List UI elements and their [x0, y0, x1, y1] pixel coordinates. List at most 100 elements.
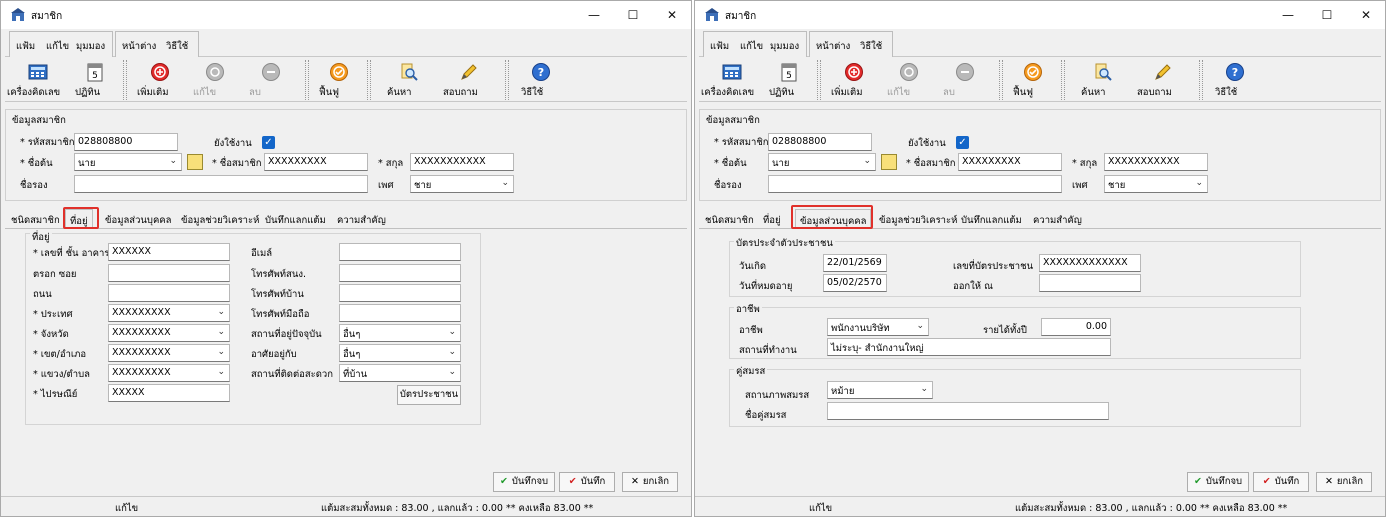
- chevron-down-icon: ⌄: [1195, 178, 1203, 188]
- lookup-icon[interactable]: [187, 154, 203, 170]
- gender-select[interactable]: ชาย ⌄: [1104, 175, 1208, 193]
- add-button[interactable]: เพิ่มเติม: [137, 60, 183, 100]
- gender-select[interactable]: ชาย ⌄: [410, 175, 514, 193]
- home-phone-input[interactable]: [339, 284, 461, 302]
- search-button[interactable]: ค้นหา: [1081, 60, 1125, 100]
- id-number-input[interactable]: XXXXXXXXXXXXX: [1039, 254, 1141, 272]
- save-close-button[interactable]: ✔ บันทึกจบ: [1187, 472, 1249, 492]
- menu-view[interactable]: มุมมอง: [770, 39, 799, 54]
- soi-input[interactable]: [108, 264, 230, 282]
- workplace-input[interactable]: ไม่ระบุ- สำนักงานใหญ่: [827, 338, 1111, 356]
- contact-place-select[interactable]: ที่บ้าน ⌄: [339, 364, 461, 382]
- last-name-input[interactable]: XXXXXXXXXXX: [410, 153, 514, 171]
- maximize-button[interactable]: ☐: [1312, 5, 1342, 25]
- postcode-input[interactable]: XXXXX: [108, 384, 230, 402]
- member-code-input[interactable]: 028808800: [768, 133, 872, 151]
- residence-select[interactable]: อื่นๆ ⌄: [339, 324, 461, 342]
- menu-bar: แฟ้ม แก้ไข มุมมอง หน้าต่าง วิธีใช้: [5, 29, 687, 57]
- job-label: อาชีพ: [739, 325, 763, 336]
- menu-window[interactable]: หน้าต่าง: [122, 39, 156, 54]
- province-select[interactable]: XXXXXXXXX ⌄: [108, 324, 230, 342]
- search-button[interactable]: ค้นหา: [387, 60, 431, 100]
- menu-file[interactable]: แฟ้ม: [710, 39, 729, 54]
- issued-by-input[interactable]: [1039, 274, 1141, 292]
- edit-button[interactable]: แก้ไข: [887, 60, 931, 100]
- member-info-panel: ข้อมูลสมาชิก * รหัสสมาชิก 028808800 ยังใ…: [5, 109, 687, 201]
- menu-edit[interactable]: แก้ไข: [740, 39, 763, 54]
- calculator-button[interactable]: เครื่องคิดเลข: [7, 60, 69, 100]
- tab-address[interactable]: ที่อยู่: [759, 209, 785, 229]
- save-button[interactable]: ✔ บันทึก: [1253, 472, 1309, 492]
- close-button[interactable]: ✕: [657, 5, 687, 25]
- expiry-input[interactable]: 05/02/2570: [823, 274, 887, 292]
- house-input[interactable]: XXXXXX: [108, 243, 230, 261]
- inquiry-button[interactable]: สอบถาม: [443, 60, 495, 100]
- prefix-select[interactable]: นาย ⌄: [74, 153, 182, 171]
- close-button[interactable]: ✕: [1351, 5, 1381, 25]
- middle-name-input[interactable]: [768, 175, 1062, 193]
- spouse-name-input[interactable]: [827, 402, 1109, 420]
- first-name-input[interactable]: XXXXXXXXX: [264, 153, 368, 171]
- restore-button[interactable]: ฟื้นฟู: [1013, 60, 1053, 100]
- income-input[interactable]: 0.00: [1041, 318, 1111, 336]
- delete-button[interactable]: ลบ: [943, 60, 987, 100]
- tab-priority[interactable]: ความสำคัญ: [333, 209, 390, 229]
- tab-points[interactable]: บันทึกแลกแต้ม: [957, 209, 1026, 229]
- tab-analysis[interactable]: ข้อมูลช่วยวิเคราะห์: [177, 209, 263, 229]
- email-input[interactable]: [339, 243, 461, 261]
- cancel-button[interactable]: ✕ ยกเลิก: [622, 472, 678, 492]
- add-button[interactable]: เพิ่มเติม: [831, 60, 877, 100]
- lookup-icon[interactable]: [881, 154, 897, 170]
- mobile-input[interactable]: [339, 304, 461, 322]
- menu-help[interactable]: วิธีใช้: [860, 39, 882, 54]
- office-phone-input[interactable]: [339, 264, 461, 282]
- check-icon: ✔: [499, 476, 508, 487]
- country-select[interactable]: XXXXXXXXX ⌄: [108, 304, 230, 322]
- menu-help[interactable]: วิธีใช้: [166, 39, 188, 54]
- inquiry-button[interactable]: สอบถาม: [1137, 60, 1189, 100]
- cancel-button[interactable]: ✕ ยกเลิก: [1316, 472, 1372, 492]
- id-number-label: เลขที่บัตรประชาชน: [953, 261, 1034, 272]
- save-button[interactable]: ✔ บันทึก: [559, 472, 615, 492]
- middle-name-input[interactable]: [74, 175, 368, 193]
- tab-points[interactable]: บันทึกแลกแต้ม: [261, 209, 330, 229]
- first-name-input[interactable]: XXXXXXXXX: [958, 153, 1062, 171]
- active-checkbox[interactable]: ✓: [262, 136, 275, 149]
- id-card-button[interactable]: บัตรประชาชน: [397, 385, 461, 405]
- restore-button[interactable]: ฟื้นฟู: [319, 60, 359, 100]
- last-name-input[interactable]: XXXXXXXXXXX: [1104, 153, 1208, 171]
- edit-button[interactable]: แก้ไข: [193, 60, 237, 100]
- tab-priority[interactable]: ความสำคัญ: [1029, 209, 1086, 229]
- menu-view[interactable]: มุมมอง: [76, 39, 105, 54]
- active-checkbox[interactable]: ✓: [956, 136, 969, 149]
- maximize-button[interactable]: ☐: [618, 5, 648, 25]
- job-select[interactable]: พนักงานบริษัท ⌄: [827, 318, 929, 336]
- email-label: อีเมล์: [251, 248, 273, 259]
- prefix-select[interactable]: นาย ⌄: [768, 153, 876, 171]
- save-close-button[interactable]: ✔ บันทึกจบ: [493, 472, 555, 492]
- minimize-button[interactable]: —: [579, 5, 609, 25]
- tab-member-type[interactable]: ชนิดสมาชิก: [7, 209, 64, 229]
- delete-button[interactable]: ลบ: [249, 60, 293, 100]
- calendar-button[interactable]: 5 ปฏิทิน: [769, 60, 809, 100]
- tab-member-type[interactable]: ชนิดสมาชิก: [701, 209, 758, 229]
- minimize-button[interactable]: —: [1273, 5, 1303, 25]
- marital-select[interactable]: หม้าย ⌄: [827, 381, 933, 399]
- birth-date-input[interactable]: 22/01/2569: [823, 254, 887, 272]
- title-bar: สมาชิก — ☐ ✕: [1, 1, 691, 29]
- menu-edit[interactable]: แก้ไข: [46, 39, 69, 54]
- road-input[interactable]: [108, 284, 230, 302]
- calendar-button[interactable]: 5 ปฏิทิน: [75, 60, 115, 100]
- district-select[interactable]: XXXXXXXXX ⌄: [108, 344, 230, 362]
- menu-window[interactable]: หน้าต่าง: [816, 39, 850, 54]
- help-button[interactable]: ? วิธีใช้: [1215, 60, 1255, 100]
- office-phone-label: โทรศัพท์สนง.: [251, 269, 306, 280]
- living-with-select[interactable]: อื่นๆ ⌄: [339, 344, 461, 362]
- subdistrict-select[interactable]: XXXXXXXXX ⌄: [108, 364, 230, 382]
- member-code-input[interactable]: 028808800: [74, 133, 178, 151]
- tab-personal[interactable]: ข้อมูลส่วนบุคคล: [101, 209, 175, 229]
- tab-analysis[interactable]: ข้อมูลช่วยวิเคราะห์: [875, 209, 961, 229]
- calculator-button[interactable]: เครื่องคิดเลข: [701, 60, 763, 100]
- menu-file[interactable]: แฟ้ม: [16, 39, 35, 54]
- help-button[interactable]: ? วิธีใช้: [521, 60, 561, 100]
